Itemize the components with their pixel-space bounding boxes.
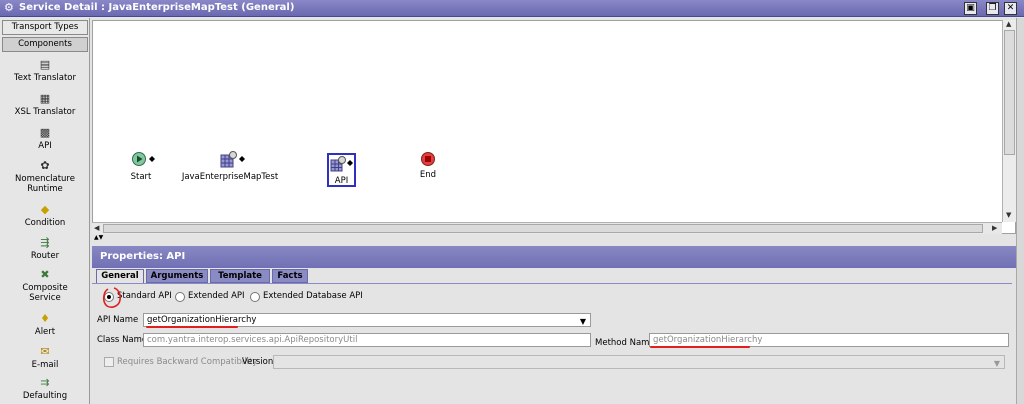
component-label: Composite — [22, 283, 68, 293]
component-label: XSL Translator — [14, 107, 76, 117]
version-label: Version — [242, 357, 274, 367]
chevron-down-icon[interactable]: ▼ — [994, 358, 1000, 368]
save-icon[interactable]: ▣ — [964, 2, 977, 15]
extended-database-api-radio[interactable] — [250, 292, 260, 302]
version-combo[interactable]: ▼ — [273, 355, 1005, 369]
canvas-vertical-scrollbar[interactable]: ▲ ▼ — [1002, 20, 1016, 222]
component-xsl-translator[interactable]: ▦ XSL Translator — [0, 92, 90, 117]
method-name-field[interactable]: getOrganizationHierarchy — [649, 333, 1009, 347]
title-bar[interactable]: ⚙ Service Detail : JavaEnterpriseMapTest… — [0, 0, 1024, 17]
component-label: Nomenclature — [15, 174, 75, 184]
scroll-thumb[interactable] — [103, 224, 983, 233]
nomenclature-icon: ✿ — [40, 159, 50, 172]
component-nomenclature-runtime[interactable]: ✿ Nomenclature Runtime — [0, 159, 90, 194]
end-node[interactable]: End — [414, 151, 442, 180]
text-translator-icon: ▤ — [39, 58, 51, 71]
service-node[interactable]: JavaEnterpriseMapTest — [175, 151, 285, 182]
component-api[interactable]: ▩ API — [0, 126, 90, 151]
scroll-thumb[interactable] — [1004, 30, 1015, 155]
annotation-underline — [146, 326, 238, 328]
node-label: Start — [130, 172, 152, 182]
component-label: Defaulting — [22, 391, 68, 401]
chevron-down-icon[interactable]: ▼ — [580, 316, 586, 326]
component-label: E-mail — [31, 360, 59, 370]
class-name-label: Class Name — [97, 335, 148, 345]
component-label: Service — [29, 293, 61, 303]
properties-header: Properties: API — [92, 246, 1016, 268]
component-router[interactable]: ⇶ Router — [0, 236, 90, 261]
service-icon — [220, 151, 245, 168]
component-label: API — [38, 141, 52, 151]
defaulting-icon: ⇉ — [40, 376, 50, 389]
component-palette: Transport Types Components ▤ Text Transl… — [0, 18, 90, 404]
backward-compat-label: Requires Backward Compatibility — [117, 357, 258, 367]
component-composite-service[interactable]: ✖ Composite Service — [0, 268, 90, 303]
start-icon — [132, 152, 155, 166]
node-label: JavaEnterpriseMapTest — [181, 172, 279, 182]
component-label: Text Translator — [14, 73, 76, 83]
extended-database-api-label: Extended Database API — [263, 291, 363, 301]
component-label: Runtime — [27, 184, 63, 194]
annotation-underline — [650, 346, 750, 348]
api-name-label: API Name — [97, 315, 139, 325]
tab-components[interactable]: Components — [2, 37, 88, 52]
tab-transport-types[interactable]: Transport Types — [2, 20, 88, 35]
tab-template[interactable]: Template — [210, 269, 270, 283]
start-node[interactable]: Start — [126, 151, 156, 182]
component-text-translator[interactable]: ▤ Text Translator — [0, 58, 90, 83]
tab-arguments[interactable]: Arguments — [146, 269, 208, 283]
flow-canvas[interactable] — [92, 20, 1016, 234]
scroll-right-icon[interactable]: ▶ — [992, 224, 997, 232]
xsl-translator-icon: ▦ — [39, 92, 51, 105]
panel-splitter[interactable]: ▲▼ — [92, 234, 1016, 242]
canvas-horizontal-scrollbar[interactable]: ◀ ▶ — [92, 222, 1002, 234]
api-icon: ▩ — [39, 126, 51, 139]
component-email[interactable]: ✉ E-mail — [0, 345, 90, 370]
api-icon — [330, 156, 353, 172]
api-name-value: getOrganizationHierarchy — [147, 315, 257, 325]
window-border — [1016, 18, 1024, 404]
annotation-circle — [102, 287, 121, 308]
node-label: API — [334, 176, 349, 186]
class-name-field[interactable]: com.yantra.interop.services.api.ApiRepos… — [143, 333, 591, 347]
scroll-left-icon[interactable]: ◀ — [94, 224, 99, 232]
extended-api-label: Extended API — [188, 291, 245, 301]
method-name-label: Method Name — [595, 338, 655, 348]
properties-panel: Properties: API General Arguments Templa… — [92, 244, 1016, 404]
scroll-up-icon[interactable]: ▲ — [1006, 20, 1011, 28]
api-name-combo[interactable]: getOrganizationHierarchy ▼ — [143, 313, 591, 327]
collapse-arrows-icon[interactable]: ▲▼ — [94, 234, 103, 241]
extended-api-radio[interactable] — [175, 292, 185, 302]
alert-icon: ♦ — [40, 312, 50, 325]
scroll-down-icon[interactable]: ▼ — [1006, 211, 1011, 219]
api-node[interactable]: API — [327, 153, 356, 187]
backward-compat-checkbox[interactable] — [104, 357, 114, 367]
component-condition[interactable]: ◆ Condition — [0, 203, 90, 228]
restore-icon[interactable]: ❐ — [986, 2, 999, 15]
node-label: End — [419, 170, 437, 180]
tab-divider — [92, 283, 1012, 284]
condition-icon: ◆ — [40, 203, 50, 216]
service-detail-window: ⚙ Service Detail : JavaEnterpriseMapTest… — [0, 0, 1024, 404]
end-icon — [421, 152, 435, 166]
tab-general[interactable]: General — [96, 269, 144, 284]
email-icon: ✉ — [40, 345, 50, 358]
component-label: Condition — [24, 218, 66, 228]
service-detail-icon: ⚙ — [4, 1, 14, 14]
router-icon: ⇶ — [40, 236, 50, 249]
component-label: Router — [30, 251, 60, 261]
close-icon[interactable]: ✕ — [1004, 2, 1017, 15]
component-label: Alert — [34, 327, 56, 337]
window-title: Service Detail : JavaEnterpriseMapTest (… — [19, 2, 295, 13]
component-defaulting[interactable]: ⇉ Defaulting — [0, 376, 90, 401]
composite-service-icon: ✖ — [40, 268, 50, 281]
tab-facts[interactable]: Facts — [272, 269, 308, 283]
component-alert[interactable]: ♦ Alert — [0, 312, 90, 337]
